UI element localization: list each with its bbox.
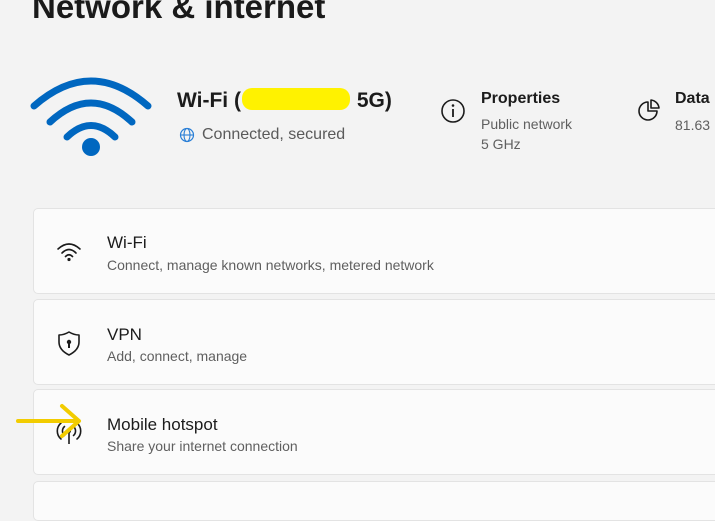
next-settings-card[interactable] bbox=[33, 481, 715, 521]
arrow-icon bbox=[16, 404, 81, 438]
network-name-suffix: 5G) bbox=[356, 89, 392, 112]
card-subtitle: Add, connect, manage bbox=[107, 348, 248, 364]
redaction-mark bbox=[241, 88, 350, 110]
card-title: Mobile hotspot bbox=[107, 415, 218, 434]
network-name[interactable]: Wi-Fi ( 5G) bbox=[177, 88, 392, 113]
connection-status: Connected, secured bbox=[179, 126, 345, 144]
globe-icon bbox=[179, 127, 195, 143]
wifi-icon bbox=[30, 77, 152, 156]
network-name-prefix: Wi-Fi ( bbox=[177, 89, 241, 112]
data-usage-value: 81.63 bbox=[675, 117, 711, 133]
properties-title: Properties bbox=[481, 90, 561, 107]
card-subtitle: Share your internet connection bbox=[107, 438, 298, 454]
shield-icon bbox=[58, 331, 80, 356]
card-title: VPN bbox=[107, 325, 142, 344]
page-title: Network & internet bbox=[32, 0, 326, 25]
info-icon bbox=[441, 99, 465, 123]
properties-network-type: Public network bbox=[481, 116, 573, 132]
wifi-icon bbox=[57, 243, 81, 262]
wifi-settings-card[interactable]: Wi-Fi Connect, manage known networks, me… bbox=[33, 208, 715, 294]
card-subtitle: Connect, manage known networks, metered … bbox=[107, 257, 434, 273]
mobile-hotspot-card[interactable]: Mobile hotspot Share your internet conne… bbox=[33, 389, 715, 475]
vpn-settings-card[interactable]: VPN Add, connect, manage bbox=[33, 299, 715, 385]
connection-status-text: Connected, secured bbox=[202, 126, 346, 143]
data-usage-title: Data bbox=[675, 90, 710, 107]
pie-chart-icon bbox=[638, 99, 660, 121]
properties-band: 5 GHz bbox=[481, 136, 521, 152]
card-title: Wi-Fi bbox=[107, 233, 147, 252]
